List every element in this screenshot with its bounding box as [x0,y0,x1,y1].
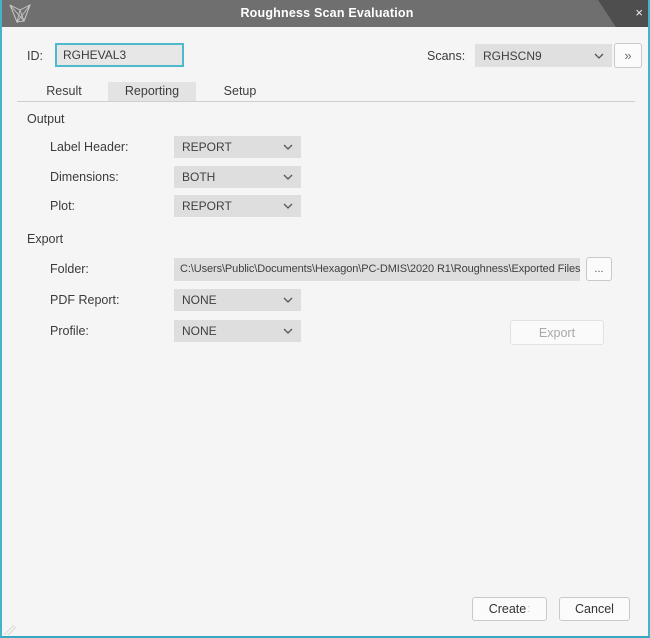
dimensions-value: BOTH [182,166,215,188]
pdf-report-label: PDF Report: [50,293,119,307]
tab-reporting[interactable]: Reporting [108,82,196,101]
id-label: ID: [27,49,43,63]
profile-value: NONE [182,320,217,342]
id-input[interactable] [55,43,184,67]
chevron-down-icon [283,328,293,334]
export-button[interactable]: Export [510,320,604,345]
folder-path-field[interactable]: C:\Users\Public\Documents\Hexagon\PC-DMI… [174,258,580,281]
label-header-label: Label Header: [50,140,129,154]
dimensions-select[interactable]: BOTH [174,166,301,188]
profile-select[interactable]: NONE [174,320,301,342]
tab-setup[interactable]: Setup [196,82,284,101]
expand-scans-button[interactable]: » [614,43,642,68]
cancel-button[interactable]: Cancel [559,597,630,621]
roughness-scan-evaluation-dialog: Roughness Scan Evaluation × ID: Scans: R… [0,0,650,638]
close-icon: × [635,0,643,27]
window-title: Roughness Scan Evaluation [0,0,650,27]
chevron-down-icon [283,174,293,180]
resize-grip[interactable] [4,625,16,635]
tab-bar: Result Reporting Setup [20,82,284,101]
double-chevron-right-icon: » [624,48,631,63]
scans-label: Scans: [427,49,465,63]
pdf-report-value: NONE [182,289,217,311]
folder-label: Folder: [50,262,89,276]
plot-select[interactable]: REPORT [174,195,301,217]
dimensions-label: Dimensions: [50,170,119,184]
scans-select[interactable]: RGHSCN9 [475,44,612,67]
cancel-button-label: Cancel [575,602,614,616]
chevron-down-icon [283,203,293,209]
scans-selected-value: RGHSCN9 [483,45,542,67]
tab-separator [17,101,635,102]
tab-result[interactable]: Result [20,82,108,101]
create-button-label: Create [489,602,527,616]
label-header-select[interactable]: REPORT [174,136,301,158]
create-button[interactable]: Create : [472,597,547,621]
ellipsis-icon: ... [594,263,603,275]
chevron-down-icon [594,53,604,59]
chevron-down-icon [283,144,293,150]
output-section-label: Output [27,112,65,126]
export-button-label: Export [539,326,575,340]
chevron-down-icon [283,297,293,303]
plot-value: REPORT [182,195,232,217]
titlebar: Roughness Scan Evaluation × [0,0,650,27]
profile-label: Profile: [50,324,89,338]
export-section-label: Export [27,232,63,246]
label-header-value: REPORT [182,136,232,158]
plot-label: Plot: [50,199,75,213]
create-button-caret: : [527,603,530,615]
browse-folder-button[interactable]: ... [586,257,612,281]
pdf-report-select[interactable]: NONE [174,289,301,311]
